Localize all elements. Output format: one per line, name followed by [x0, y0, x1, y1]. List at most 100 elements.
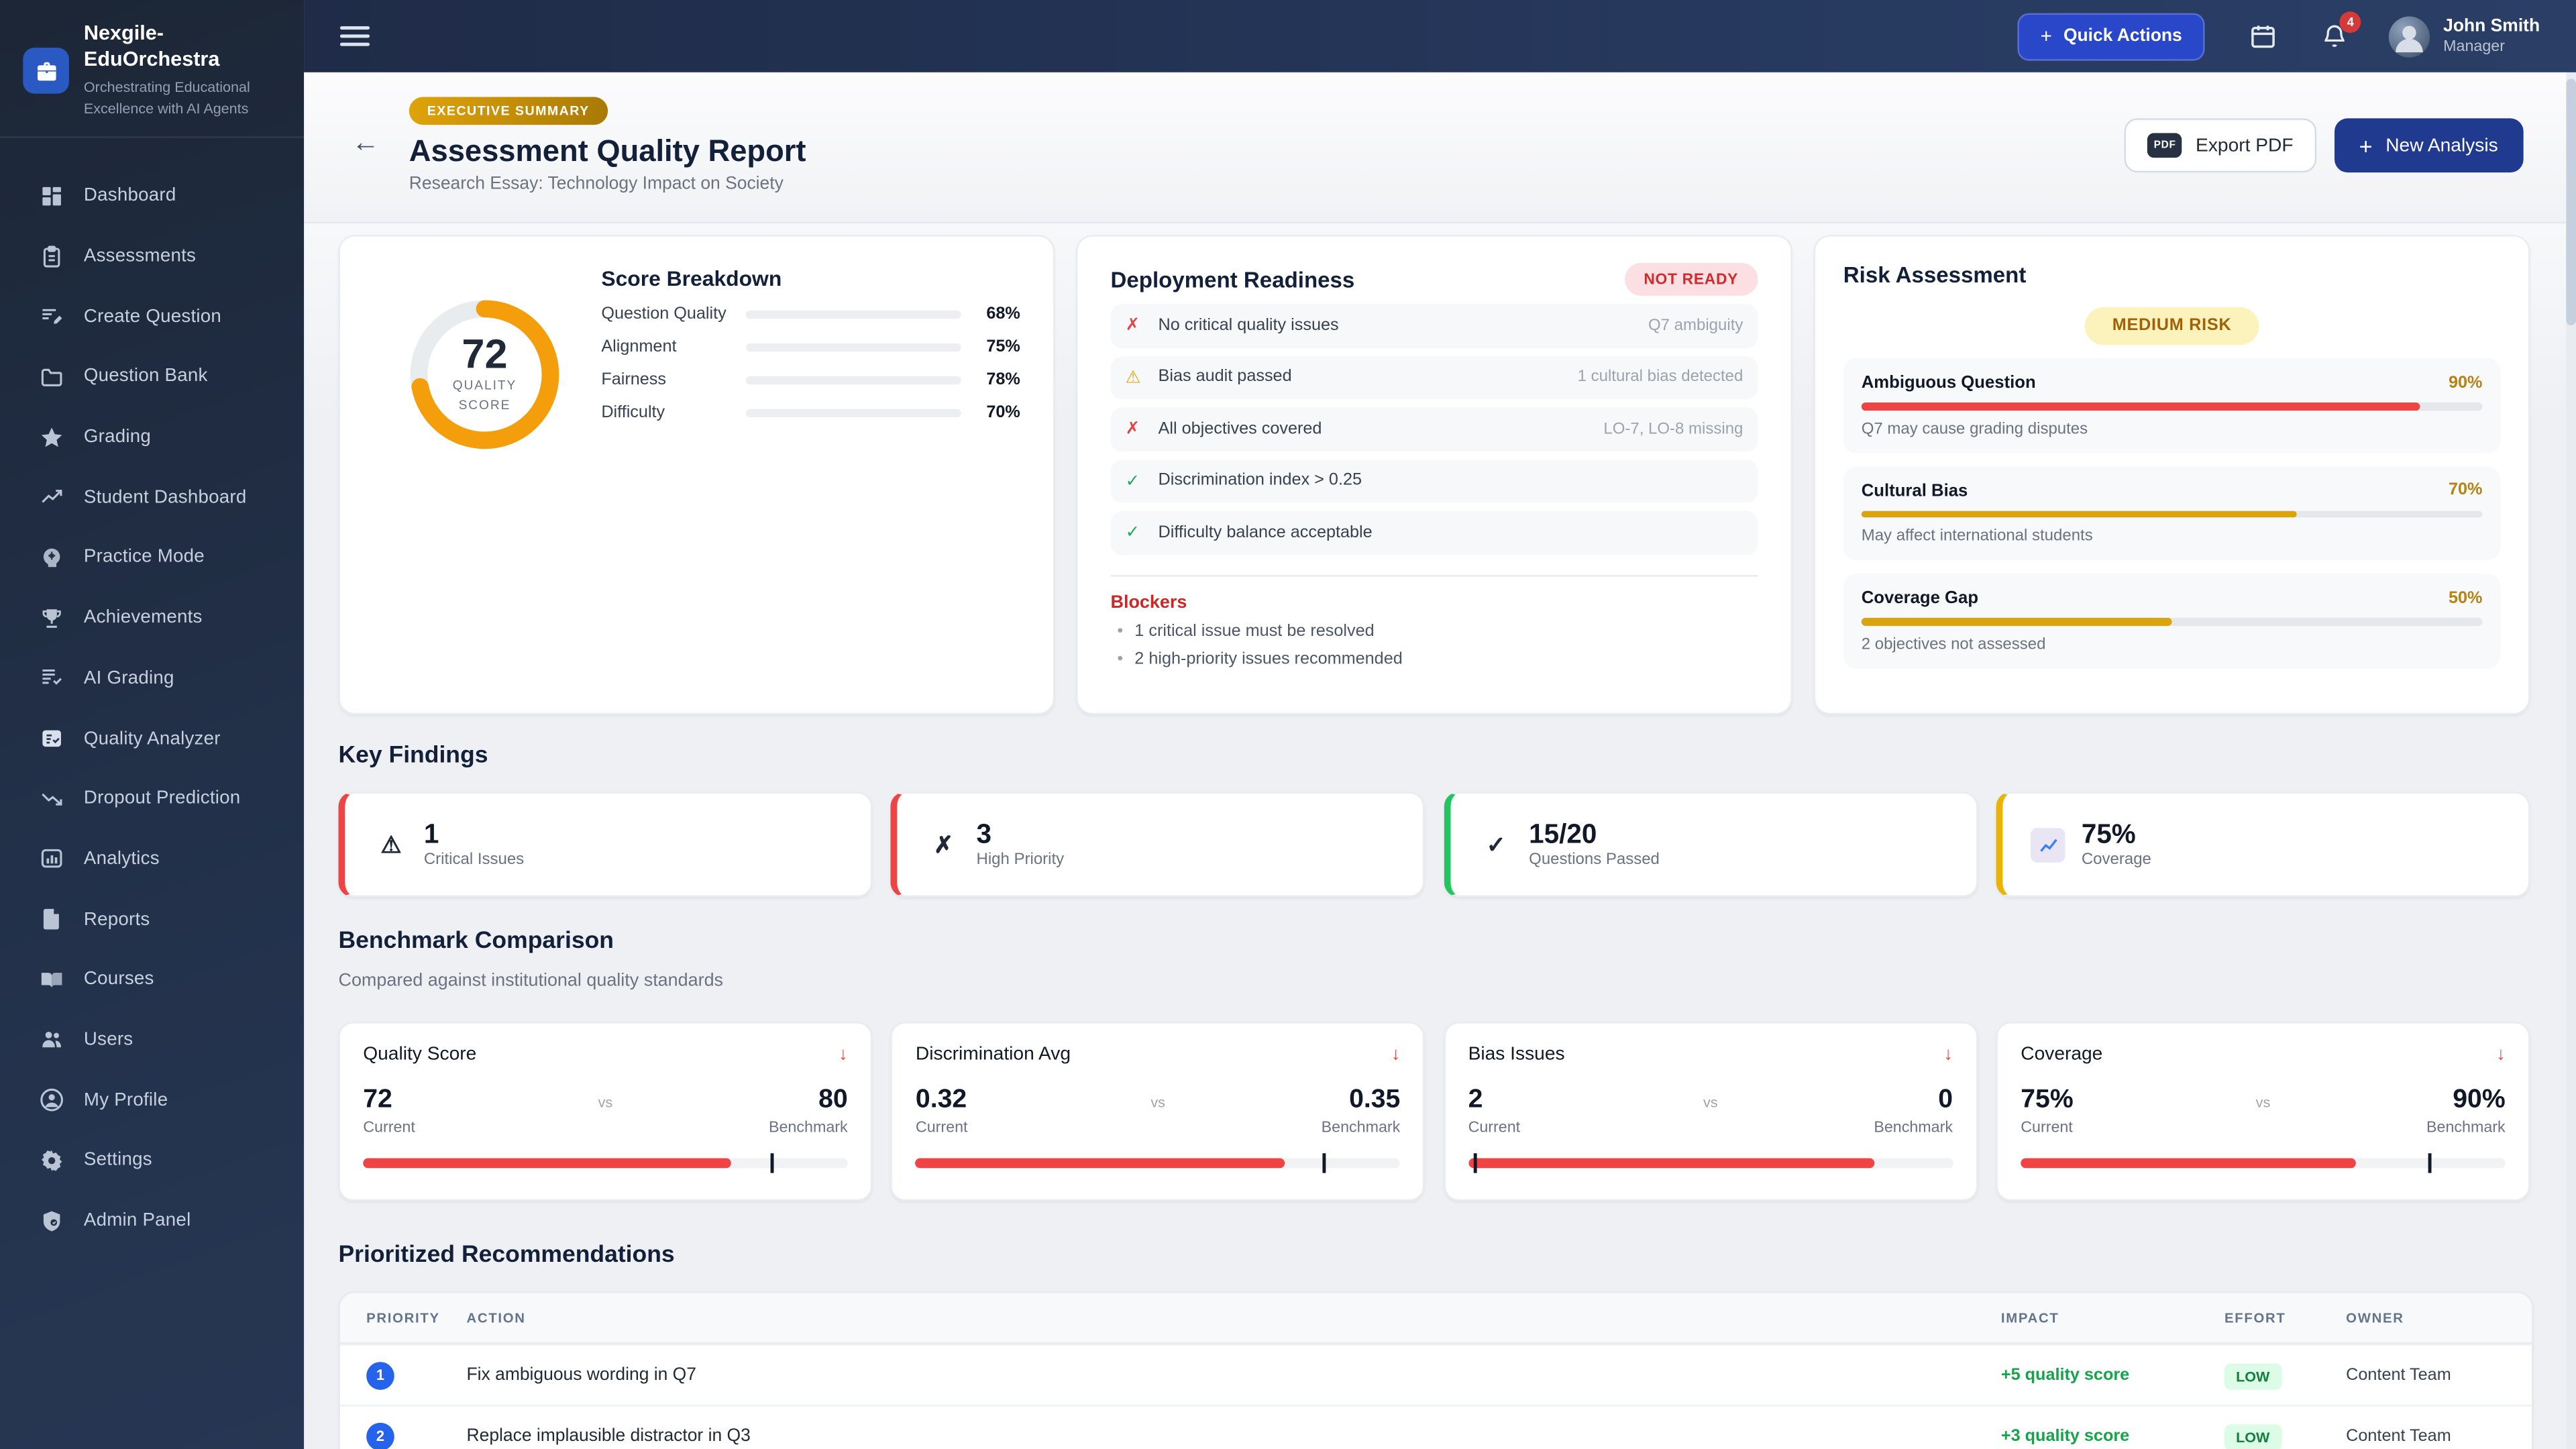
benchmark-card-discrimination-avg: Discrimination Avg ↓ 0.32 vs 0.35 Curren… [891, 1022, 1426, 1201]
trend-down-icon [38, 786, 64, 812]
card-check-icon [38, 725, 64, 751]
not-ready-badge: NOT READY [1623, 262, 1758, 296]
user-circle-icon [38, 1087, 64, 1113]
sidebar-item-ai-grading[interactable]: AI Grading [0, 648, 304, 708]
notification-badge: 4 [2339, 11, 2361, 33]
recommendations-table: PRIORITY ACTION IMPACT EFFORT OWNER 1 Fi… [338, 1291, 2534, 1449]
readiness-check-row: ✓ Discrimination index > 0.25 [1110, 459, 1758, 503]
scrollbar-track[interactable] [2565, 72, 2576, 1449]
plus-icon: + [2040, 24, 2052, 48]
sidebar-item-analytics[interactable]: Analytics [0, 829, 304, 890]
page-subtitle: Research Essay: Technology Impact on Soc… [409, 174, 784, 194]
quality-score-value: 72 [462, 331, 508, 378]
down-arrow-icon: ↓ [839, 1044, 848, 1065]
benchmark-bar [1468, 1153, 1953, 1173]
users-icon [38, 1027, 64, 1053]
table-row: 1 Fix ambiguous wording in Q7 +5 quality… [339, 1344, 2532, 1405]
sidebar-item-achievements[interactable]: Achievements [0, 588, 304, 648]
brand: Nexgile- EduOrchestra Orchestrating Educ… [0, 0, 305, 138]
benchmark-tick [1322, 1153, 1326, 1173]
benchmark-bar [2021, 1153, 2506, 1173]
metric-row: Question Quality 68% [601, 305, 1020, 324]
benchmark-tick [770, 1153, 773, 1173]
export-pdf-button[interactable]: PDF Export PDF [2124, 118, 2316, 173]
sidebar-item-admin-panel[interactable]: Admin Panel [0, 1191, 304, 1251]
down-arrow-icon: ↓ [1943, 1044, 1953, 1065]
warning-icon: ⚠ [1125, 367, 1141, 388]
avatar [2389, 15, 2430, 57]
plus-icon: + [2359, 132, 2373, 159]
page-title: Assessment Quality Report [409, 133, 806, 168]
check-icon: ✓ [1125, 471, 1140, 491]
quality-score-donut: 72 QUALITY SCORE [402, 292, 567, 457]
key-finding-critical-issues: ⚠ 1 Critical Issues [338, 792, 873, 898]
metric-row: Fairness 78% [601, 371, 1020, 390]
sidebar-item-dropout-prediction[interactable]: Dropout Prediction [0, 769, 304, 829]
readiness-check-row: ✓ Difficulty balance acceptable [1110, 511, 1758, 555]
grid-icon [38, 183, 64, 209]
executive-summary-badge: EXECUTIVE SUMMARY [409, 97, 608, 125]
sidebar-item-my-profile[interactable]: My Profile [0, 1070, 304, 1130]
sidebar-item-question-bank[interactable]: Question Bank [0, 347, 304, 407]
metric-row: Difficulty 70% [601, 404, 1020, 423]
sidebar-item-assessments[interactable]: Assessments [0, 226, 304, 286]
sidebar-item-reports[interactable]: Reports [0, 890, 304, 950]
benchmark-tick [1472, 1153, 1477, 1173]
risk-bar [1861, 402, 2483, 411]
benchmark-card-bias-issues: Bias Issues ↓ 2 vs 0 Current Benchmark [1443, 1022, 1978, 1201]
page-header: ← EXECUTIVE SUMMARY Assessment Quality R… [304, 72, 2566, 224]
readiness-check-row: ⚠ Bias audit passed 1 cultural bias dete… [1110, 356, 1758, 400]
benchmark-subtitle: Compared against institutional quality s… [338, 971, 724, 991]
benchmark-bar [363, 1153, 848, 1173]
metric-bar [745, 310, 961, 319]
x-icon: ✗ [1125, 419, 1140, 439]
sidebar-item-grading[interactable]: Grading [0, 407, 304, 468]
x-icon: ✗ [934, 830, 953, 857]
benchmark-card-coverage: Coverage ↓ 75% vs 90% Current Benchmark [1996, 1022, 2530, 1201]
back-arrow-icon[interactable]: ← [352, 127, 380, 160]
new-analysis-button[interactable]: + New Analysis [2334, 118, 2523, 173]
benchmark-comparison-title: Benchmark Comparison [338, 928, 614, 955]
benchmark-card-quality-score: Quality Score ↓ 72 vs 80 Current Benchma… [338, 1022, 873, 1201]
effort-badge: LOW [2224, 1363, 2282, 1390]
sidebar: Nexgile- EduOrchestra Orchestrating Educ… [0, 0, 305, 1449]
sidebar-item-student-dashboard[interactable]: Student Dashboard [0, 468, 304, 528]
clipboard-icon [38, 244, 64, 270]
main-content: 72 QUALITY SCORE Score Breakdown Questio… [304, 221, 2566, 1449]
deployment-readiness-card: Deployment Readiness NOT READY ✗ No crit… [1076, 235, 1792, 715]
down-arrow-icon: ↓ [1391, 1044, 1401, 1065]
benchmark-bar [915, 1153, 1401, 1173]
risk-assessment-card: Risk Assessment MEDIUM RISK Ambiguous Qu… [1813, 235, 2530, 715]
list-pencil-icon [38, 303, 64, 329]
sidebar-item-quality-analyzer[interactable]: Quality Analyzer [0, 708, 304, 769]
chart-icon [2031, 827, 2067, 862]
bell-icon[interactable]: 4 [2322, 11, 2361, 51]
sidebar-item-settings[interactable]: Settings [0, 1130, 304, 1191]
table-row: 2 Replace implausible distractor in Q3 +… [339, 1404, 2532, 1449]
deployment-readiness-title: Deployment Readiness [1110, 266, 1355, 292]
down-arrow-icon: ↓ [2496, 1044, 2506, 1065]
hamburger-menu-icon[interactable] [339, 25, 370, 47]
user-menu[interactable]: John Smith Manager [2389, 15, 2540, 57]
sidebar-item-create-question[interactable]: Create Question [0, 286, 304, 347]
metric-bar [745, 409, 961, 418]
medium-risk-badge: MEDIUM RISK [2084, 307, 2260, 345]
recommendations-title: Prioritized Recommendations [338, 1242, 675, 1269]
scrollbar-thumb[interactable] [2566, 78, 2575, 325]
sidebar-item-practice-mode[interactable]: Practice Mode [0, 527, 304, 588]
book-icon [38, 967, 64, 993]
effort-badge: LOW [2224, 1424, 2282, 1449]
quick-actions-button[interactable]: + Quick Actions [2017, 12, 2206, 60]
risk-assessment-title: Risk Assessment [1843, 262, 2027, 288]
calendar-icon[interactable] [2249, 21, 2277, 51]
folder-icon [38, 364, 64, 390]
priority-badge: 2 [366, 1421, 394, 1449]
check-icon: ✓ [1486, 830, 1506, 857]
metric-bar [745, 343, 961, 352]
sidebar-item-dashboard[interactable]: Dashboard [0, 166, 304, 226]
shield-icon [38, 1208, 64, 1234]
sidebar-item-courses[interactable]: Courses [0, 949, 304, 1010]
risk-item: Cultural Bias 70% May affect internation… [1843, 466, 2501, 561]
check-icon: ✓ [1125, 523, 1140, 543]
sidebar-item-users[interactable]: Users [0, 1010, 304, 1070]
